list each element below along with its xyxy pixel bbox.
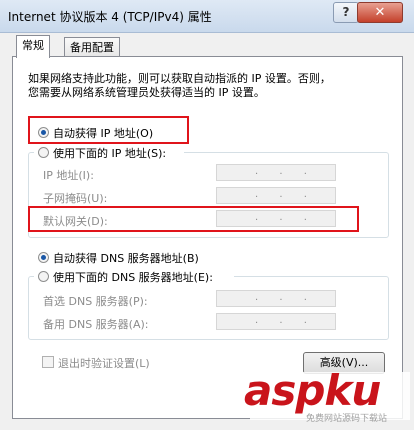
preferred-dns-label: 首选 DNS 服务器(P): (43, 295, 148, 308)
validate-on-exit-label[interactable]: 退出时验证设置(L) (58, 355, 150, 371)
default-gateway-highlight-box (28, 206, 359, 232)
alternate-dns-label: 备用 DNS 服务器(A): (43, 318, 149, 331)
manual-dns-label[interactable]: 使用下面的 DNS 服务器地址(E): (53, 269, 213, 285)
manual-ip-label[interactable]: 使用下面的 IP 地址(S): (53, 145, 166, 161)
tab-alternate-configuration[interactable]: 备用配置 (64, 37, 120, 57)
ip-address-field[interactable]: . . . (216, 164, 336, 181)
subnet-mask-field[interactable]: . . . (216, 187, 336, 204)
window-title: Internet 协议版本 4 (TCP/IPv4) 属性 (8, 10, 212, 24)
close-button[interactable]: ✕ (357, 2, 403, 23)
auto-ip-highlight-box (28, 116, 189, 144)
manual-ip-radio[interactable] (38, 147, 49, 158)
subnet-mask-value: . . . (255, 189, 307, 200)
description-line-2: 您需要从网络系统管理员处获得适当的 IP 设置。 (28, 86, 265, 99)
alternate-dns-field[interactable]: . . . (216, 313, 336, 330)
preferred-dns-field[interactable]: . . . (216, 290, 336, 307)
ip-address-label: IP 地址(I): (43, 169, 94, 182)
tab-general[interactable]: 常规 (16, 35, 50, 58)
title-bar: Internet 协议版本 4 (TCP/IPv4) 属性 ? ✕ (0, 0, 414, 33)
validate-on-exit-checkbox[interactable] (42, 356, 54, 368)
preferred-dns-value: . . . (255, 292, 307, 303)
alternate-dns-value: . . . (255, 315, 307, 326)
watermark-logo: aspku (244, 366, 381, 415)
help-button[interactable]: ? (333, 2, 359, 23)
watermark-tagline: 免费网站源码下载站 (306, 414, 388, 424)
manual-dns-radio[interactable] (38, 271, 49, 282)
auto-dns-radio[interactable] (38, 252, 49, 263)
ip-address-value: . . . (255, 166, 307, 177)
auto-dns-label[interactable]: 自动获得 DNS 服务器地址(B) (53, 250, 199, 266)
subnet-mask-label: 子网掩码(U): (43, 192, 108, 205)
